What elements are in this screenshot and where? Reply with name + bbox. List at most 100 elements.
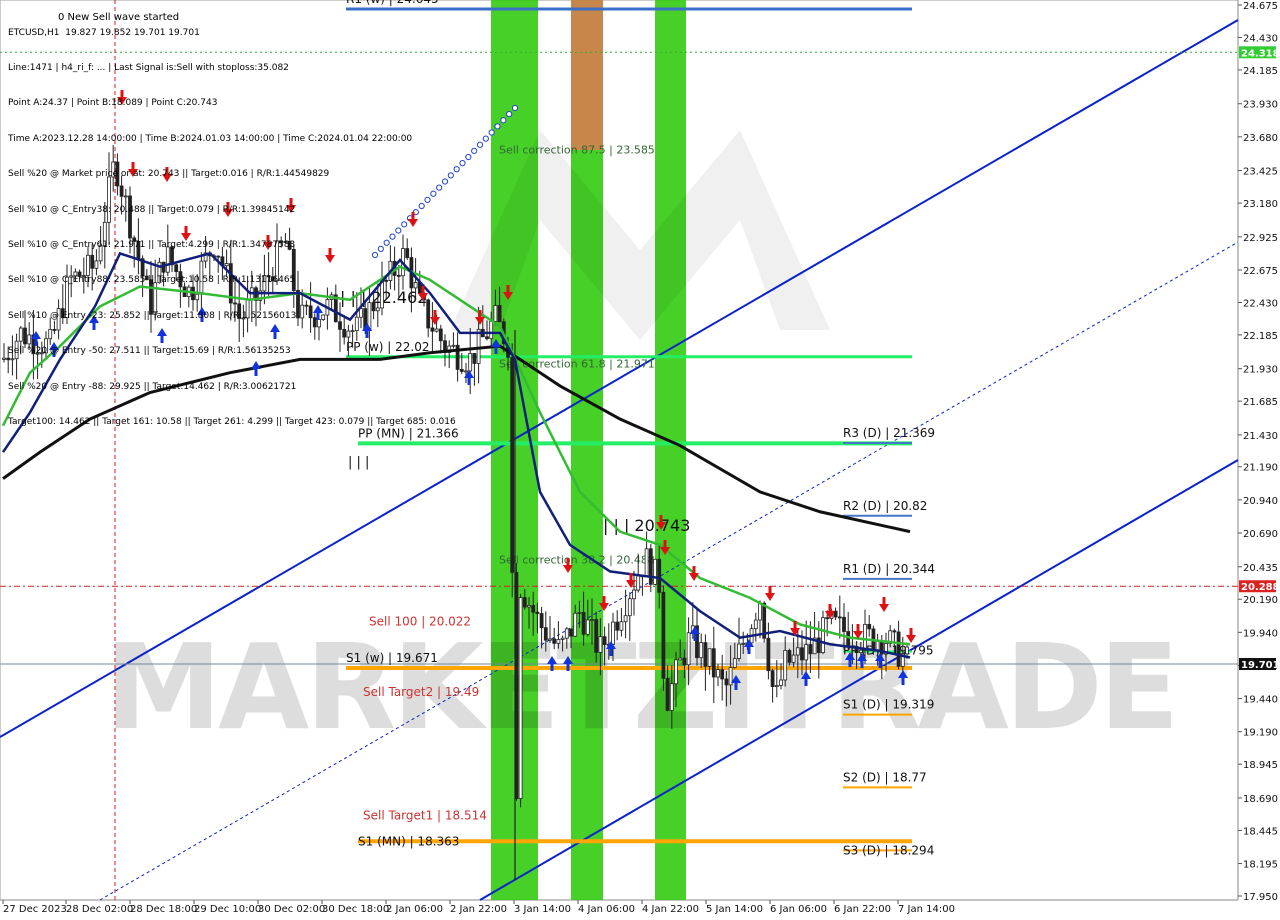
info-line-4: Sell %20 @ Market price or at: 20.743 ||… [8,169,330,180]
projection-bead-22 [500,117,507,124]
candle-body-149 [627,598,632,617]
candle-body-115 [485,336,489,340]
y-tick-label-22: 19.190 [1243,728,1278,739]
candle-body-139 [585,619,590,635]
red-level-badge: 20.288 [1241,582,1280,593]
candle-body-137 [577,612,582,614]
candle-body-136 [573,612,578,637]
candle-body-172 [724,678,729,686]
y-tick-label-15: 20.940 [1243,496,1278,507]
projection-bead-16 [465,153,472,161]
y-tick-label-4: 23.680 [1243,133,1278,144]
candle-body-182 [766,637,771,672]
candle-body-112 [472,353,477,364]
candle-body-184 [774,685,779,687]
candle-body-129 [543,627,548,641]
candle-body-195 [821,617,825,654]
x-tick-label-10: 4 Jan 22:00 [642,904,699,915]
current-price-badge: 19.701 [1241,660,1280,671]
x-tick-label-2: 28 Dec 18:00 [130,904,197,915]
candle-body-140 [590,619,594,621]
annotation-5: Sell correction 38.2 | 20.488 [499,554,655,567]
candle-body-158 [665,677,670,711]
candle-body-175 [737,643,741,659]
candle-body-215 [905,646,909,655]
x-tick-label-11: 5 Jan 14:00 [706,904,763,915]
candle-body-151 [636,575,641,591]
pivot-label-11: S3 (D) | 18.294 [843,843,934,857]
candle-body-135 [569,628,573,637]
candle-body-157 [661,591,666,679]
candle-body-161 [678,657,683,661]
y-tick-label-9: 22.430 [1243,298,1278,309]
y-tick-label-2: 24.185 [1243,66,1278,77]
candle-body-179 [753,619,758,630]
candle-body-125 [527,605,531,608]
candle-body-185 [779,679,783,686]
candle-body-170 [716,669,720,678]
candle-body-0 [2,357,6,360]
y-tick-label-23: 18.945 [1243,760,1278,771]
info-line-3: Time A:2023.12.28 14:00:00 | Time B:2024… [8,133,413,144]
pivot-label-5: R3 (D) | 21.369 [843,426,935,440]
info-line-5: Sell %10 @ C_Entry38: 20.488 || Target:0… [8,204,296,215]
candle-body-180 [758,602,762,621]
y-tick-label-12: 21.685 [1243,397,1278,408]
candle-body-208 [875,640,880,651]
candle-body-124 [522,597,527,608]
x-tick-label-5: 30 Dec 18:00 [322,904,389,915]
annotation-7: Sell Target2 | 19.49 [363,685,479,699]
projection-bead-23 [506,111,513,118]
pivot-label-10: S2 (D) | 18.77 [843,770,927,784]
candle-body-146 [615,621,620,631]
annotation-2: | | | [348,455,369,470]
candle-body-205 [863,623,867,651]
candle-body-168 [707,648,712,667]
y-tick-label-27: 17.950 [1243,892,1278,903]
x-tick-label-6: 2 Jan 06:00 [386,904,443,915]
candle-body-132 [556,639,561,644]
x-tick-label-9: 4 Jan 06:00 [578,904,635,915]
info-line-10: Sell %20 @ Entry -88: 29.925 || Target:1… [8,381,297,392]
candle-body-134 [564,628,569,639]
y-tick-label-10: 22.185 [1243,331,1278,342]
x-tick-label-0: 27 Dec 2023 [3,904,67,915]
candle-body-116 [489,320,494,340]
x-tick-label-14: 7 Jan 14:00 [898,904,955,915]
y-tick-label-8: 22.675 [1243,266,1278,277]
candle-body-123 [518,597,523,799]
info-line-8: Sell %10 @ Entry -23: 25.852 || Target:1… [8,310,297,321]
candle-body-186 [783,650,788,681]
candle-body-154 [648,548,653,585]
candle-body-167 [703,642,708,667]
candle-body-188 [791,654,796,663]
pivot-label-3: S1 (w) | 19.671 [346,651,438,665]
candle-body-192 [808,644,813,655]
info-line-7: Sell %10 @ C_Entry88: 23.585 || Target:1… [8,275,296,286]
y-tick-label-18: 20.190 [1243,595,1278,606]
candle-body-183 [770,670,775,687]
candle-body-113 [476,328,481,364]
time-band-3 [655,0,686,900]
candle-body-131 [552,638,557,644]
projection-bead-19 [482,135,489,142]
info-panel: ETCUSD,H1 19.827 19.852 19.701 19.701 Li… [8,4,456,440]
info-line-1: Line:1471 | h4_ri_f: ... | Last Signal i… [8,62,289,73]
projection-bead-17 [471,147,478,154]
x-tick-label-1: 28 Dec 02:00 [66,904,133,915]
y-tick-label-17: 20.435 [1243,563,1278,574]
y-tick-label-1: 24.430 [1243,33,1278,44]
x-tick-label-3: 29 Dec 10:00 [194,904,261,915]
y-tick-label-13: 21.430 [1243,431,1278,442]
y-tick-label-25: 18.445 [1243,826,1278,837]
candle-body-190 [800,647,804,661]
info-line-6: Sell %10 @ C_Entry61: 21.971 || Target:4… [8,239,296,250]
x-tick-label-12: 6 Jan 06:00 [770,904,827,915]
pivot-label-6: R2 (D) | 20.82 [843,499,927,513]
y-tick-label-19: 19.940 [1243,628,1278,639]
info-line-9: Sell %20 @ Entry -50: 27.511 || Target:1… [8,346,291,357]
y-tick-label-5: 23.425 [1243,167,1278,178]
annotation-3: Sell correction 87.5 | 23.585 [499,143,655,156]
candle-body-145 [611,621,615,645]
candle-body-121 [510,356,515,573]
